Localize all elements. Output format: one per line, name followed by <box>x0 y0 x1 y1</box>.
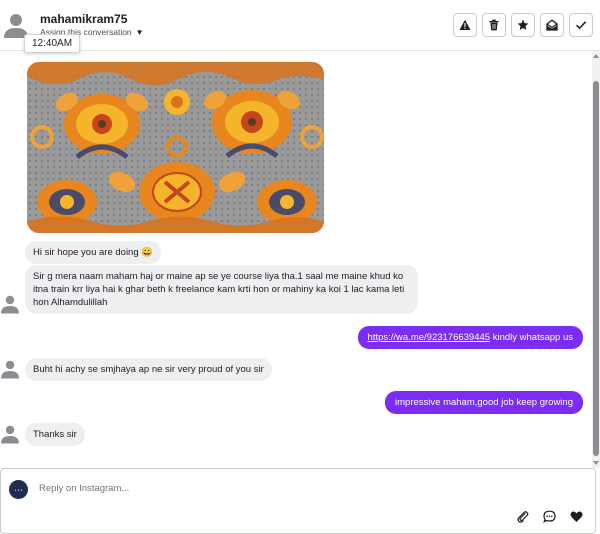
contact-avatar-small <box>1 425 19 444</box>
message-bubble-outgoing: https://wa.me/923176639445 kindly whatsa… <box>357 326 583 349</box>
contact-name[interactable]: mahamikram75 <box>40 12 127 26</box>
contact-avatar-small <box>1 295 19 314</box>
whatsapp-link[interactable]: https://wa.me/923176639445 <box>368 332 491 343</box>
star-button[interactable] <box>511 13 535 37</box>
chat-bubble-icon[interactable] <box>543 510 556 523</box>
scrollbar-thumb[interactable] <box>593 81 599 456</box>
delete-button[interactable] <box>482 13 506 37</box>
scroll-up-arrow-icon[interactable] <box>593 54 599 58</box>
message-scrollbar[interactable] <box>592 51 600 468</box>
message-bubble-incoming: Hi sir hope you are doing 😀 <box>25 241 162 264</box>
warning-icon <box>459 19 471 30</box>
reply-composer: ● ● ● <box>0 468 596 534</box>
mark-unread-button[interactable] <box>540 13 564 37</box>
message-bubble-incoming: Sir g mera naam maham haj or maine ap se… <box>25 265 418 314</box>
caret-down-icon: ▼ <box>135 27 144 37</box>
message-thread: Hi sir hope you are doing 😀 Sir g mera n… <box>0 51 592 468</box>
check-icon <box>575 21 587 30</box>
timestamp-tooltip: 12:40AM <box>24 34 81 53</box>
conversation-panel: mahamikram75 Assign this conversation ▼ … <box>0 0 600 534</box>
message-bubble-incoming: Thanks sir <box>25 423 85 446</box>
message-image[interactable] <box>27 62 324 233</box>
star-icon <box>517 19 529 30</box>
message-text: kindly whatsapp us <box>490 332 573 343</box>
heart-icon[interactable] <box>570 510 583 523</box>
header-actions <box>453 13 593 37</box>
scroll-down-arrow-icon[interactable] <box>593 461 599 465</box>
trash-icon <box>489 19 499 31</box>
conversation-header: mahamikram75 Assign this conversation ▼ … <box>0 0 600 53</box>
message-bubble-incoming: Buht hi achy se smjhaya ap ne sir very p… <box>25 358 272 381</box>
page-avatar: ● ● ● <box>9 480 28 499</box>
envelope-open-icon <box>546 19 558 31</box>
mark-done-button[interactable] <box>569 13 593 37</box>
embroidery-pattern-image <box>27 62 324 233</box>
composer-actions <box>516 510 583 523</box>
reply-input[interactable] <box>39 483 519 494</box>
message-bubble-outgoing: impressive maham,good job keep growing <box>385 391 583 414</box>
report-button[interactable] <box>453 13 477 37</box>
contact-avatar-small <box>1 360 19 379</box>
paperclip-icon[interactable] <box>516 510 529 523</box>
